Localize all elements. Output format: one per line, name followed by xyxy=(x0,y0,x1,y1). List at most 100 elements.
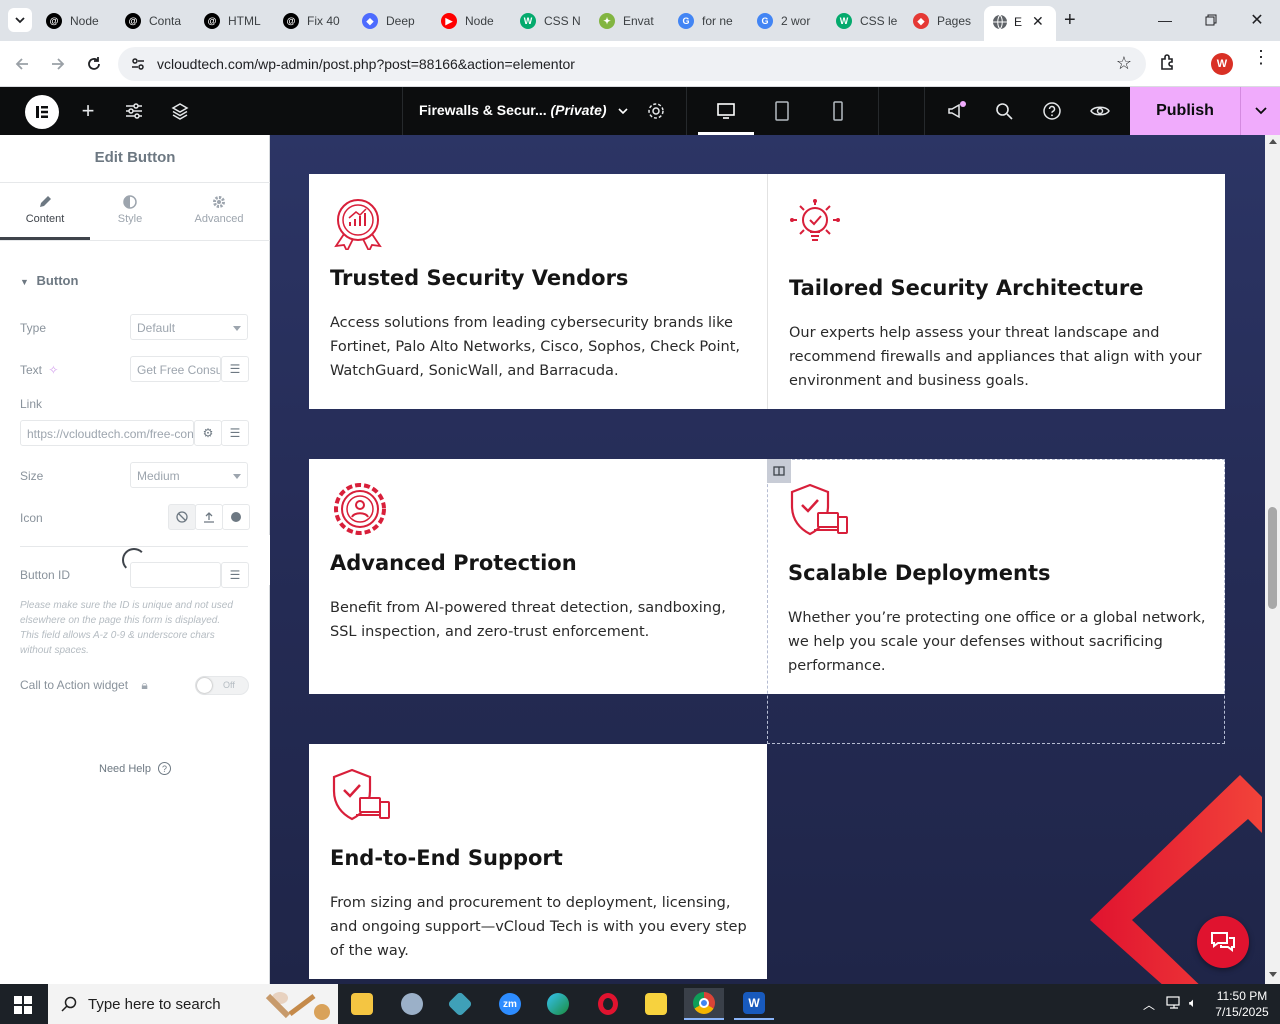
browser-menu-icon[interactable]: ⋮ xyxy=(1252,48,1270,66)
close-window-icon[interactable]: ✕ xyxy=(1242,8,1272,32)
tab-advanced[interactable]: Advanced xyxy=(174,195,264,225)
cta-toggle[interactable]: Off xyxy=(195,676,249,695)
profile-avatar[interactable]: W xyxy=(1211,53,1233,75)
link-input[interactable]: https://vcloudtech.com/free-con xyxy=(20,420,194,446)
link-options-gear-icon[interactable]: ⚙ xyxy=(194,420,222,446)
opera-icon[interactable] xyxy=(588,988,628,1020)
need-help-link[interactable]: Need Help ? xyxy=(99,762,172,775)
browser-tab[interactable]: @ Conta xyxy=(125,8,195,34)
threads-icon: @ xyxy=(204,13,220,29)
tab-label: Fix 40 xyxy=(307,14,340,28)
type-select[interactable]: Default xyxy=(130,314,248,340)
ai-sparkle-icon[interactable]: ✧ xyxy=(48,363,58,377)
taskbar-clock[interactable]: 11:50 PM 7/15/2025 xyxy=(1206,988,1278,1020)
help-icon[interactable] xyxy=(1040,99,1064,123)
section-toggle-button[interactable]: ▼ Button xyxy=(20,273,78,288)
volume-icon[interactable]: 🔈︎ xyxy=(1189,995,1197,1011)
word-icon[interactable]: W xyxy=(734,988,774,1020)
structure-layers-icon[interactable] xyxy=(168,99,192,123)
chevron-down-icon xyxy=(1254,107,1267,115)
tab-active[interactable]: E ✕ xyxy=(984,6,1056,41)
chrome-icon[interactable] xyxy=(684,988,724,1020)
edge-icon[interactable] xyxy=(538,988,578,1020)
scroll-down-arrow[interactable] xyxy=(1269,972,1277,977)
browser-tab[interactable]: @ Node xyxy=(46,8,116,34)
dynamic-tags-icon[interactable]: ☰ xyxy=(221,562,249,588)
bookmark-star-icon[interactable]: ☆ xyxy=(1116,53,1132,74)
feature-card-selected[interactable]: Scalable Deployments Whether you’re prot… xyxy=(767,459,1225,694)
browser-tab[interactable]: ◆ Deep xyxy=(362,8,432,34)
network-icon[interactable] xyxy=(1166,996,1182,1015)
reload-icon[interactable] xyxy=(81,51,107,77)
forward-icon[interactable] xyxy=(45,51,71,77)
feature-card: Trusted Security Vendors Access solution… xyxy=(309,174,767,409)
scrollbar-thumb[interactable] xyxy=(1268,507,1277,609)
publish-options-button[interactable] xyxy=(1240,87,1280,135)
browser-tab[interactable]: W CSS N xyxy=(520,8,590,34)
browser-tab[interactable]: ◆ Pages xyxy=(913,8,983,34)
icon-label: Icon xyxy=(20,511,43,525)
desktop-view-icon[interactable] xyxy=(714,99,738,123)
dynamic-tags-icon[interactable]: ☰ xyxy=(221,420,249,446)
zoom-icon[interactable]: zm xyxy=(490,988,530,1020)
tab-style[interactable]: Style xyxy=(85,195,175,225)
browser-tab[interactable]: Gfor ne xyxy=(678,8,748,34)
chat-button[interactable] xyxy=(1197,916,1249,968)
tab-label: CSS N xyxy=(544,14,581,28)
editor-canvas: Trusted Security Vendors Access solution… xyxy=(270,135,1265,984)
file-explorer-icon[interactable] xyxy=(342,988,382,1020)
size-select[interactable]: Medium xyxy=(130,462,248,488)
address-bar: vcloudtech.com/wp-admin/post.php?post=88… xyxy=(0,41,1280,87)
site-info-icon[interactable] xyxy=(130,56,146,72)
icon-library-button[interactable] xyxy=(222,504,250,530)
tray-chevron-up-icon[interactable]: ︿ xyxy=(1143,996,1155,1013)
new-tab-button[interactable]: + xyxy=(1064,9,1076,32)
add-element-icon[interactable]: + xyxy=(76,98,100,123)
scroll-up-arrow[interactable] xyxy=(1269,139,1277,144)
finder-search-icon[interactable] xyxy=(992,99,1016,123)
minimize-icon[interactable]: — xyxy=(1150,8,1180,32)
browser-tab[interactable]: @ HTML xyxy=(204,8,274,34)
omnibox[interactable]: vcloudtech.com/wp-admin/post.php?post=88… xyxy=(118,47,1146,81)
extensions-icon[interactable] xyxy=(1158,53,1178,78)
button-id-label: Button ID xyxy=(20,568,71,582)
tab-search-button[interactable] xyxy=(8,8,32,32)
size-value: Medium xyxy=(137,469,180,483)
mobile-view-icon[interactable] xyxy=(826,99,850,123)
publish-button[interactable]: Publish xyxy=(1130,87,1240,135)
close-tab-icon[interactable]: ✕ xyxy=(1032,13,1044,30)
browser-tab[interactable]: G 2 wor xyxy=(757,8,827,34)
text-input[interactable]: Get Free Consu xyxy=(130,356,221,382)
browser-tab[interactable]: W CSS le xyxy=(836,8,906,34)
restore-icon[interactable] xyxy=(1196,8,1226,32)
page-settings-gear-icon[interactable] xyxy=(644,99,668,123)
tab-content[interactable]: Content xyxy=(0,195,90,225)
dynamic-tags-icon[interactable]: ☰ xyxy=(221,356,249,382)
elementor-logo-icon[interactable] xyxy=(25,95,59,129)
panel-divider xyxy=(0,240,270,241)
app-icon[interactable] xyxy=(392,988,432,1020)
start-button[interactable] xyxy=(14,996,32,1019)
sticky-notes-icon[interactable] xyxy=(636,988,676,1020)
taskbar-search-box[interactable]: Type here to search xyxy=(48,984,338,1024)
preview-eye-icon[interactable] xyxy=(1088,99,1112,123)
tablet-view-icon[interactable] xyxy=(770,99,794,123)
tab-label: Deep xyxy=(386,14,415,28)
page-title-dropdown[interactable]: Firewalls & Secur... (Private) xyxy=(419,102,629,118)
canvas-scrollbar[interactable] xyxy=(1265,135,1280,984)
app-icon[interactable] xyxy=(440,988,480,1020)
back-icon[interactable] xyxy=(9,51,35,77)
icon-upload-button[interactable] xyxy=(195,504,223,530)
container-handle-icon[interactable] xyxy=(767,459,791,483)
threads-icon: @ xyxy=(125,13,141,29)
site-settings-icon[interactable] xyxy=(122,99,146,123)
browser-tab[interactable]: ✦ Envat xyxy=(599,8,669,34)
icon-none-button[interactable] xyxy=(168,504,196,530)
cta-label: Call to Action widget 🔒︎ xyxy=(20,678,148,692)
chat-bubbles-icon xyxy=(1211,932,1235,952)
whats-new-megaphone-icon[interactable] xyxy=(944,99,968,123)
browser-tab[interactable]: ▶ Node xyxy=(441,8,511,34)
browser-tab[interactable]: @ Fix 40 xyxy=(283,8,353,34)
button-id-input[interactable] xyxy=(130,562,221,588)
card-text: Whether you’re protecting one office or … xyxy=(788,610,1206,674)
